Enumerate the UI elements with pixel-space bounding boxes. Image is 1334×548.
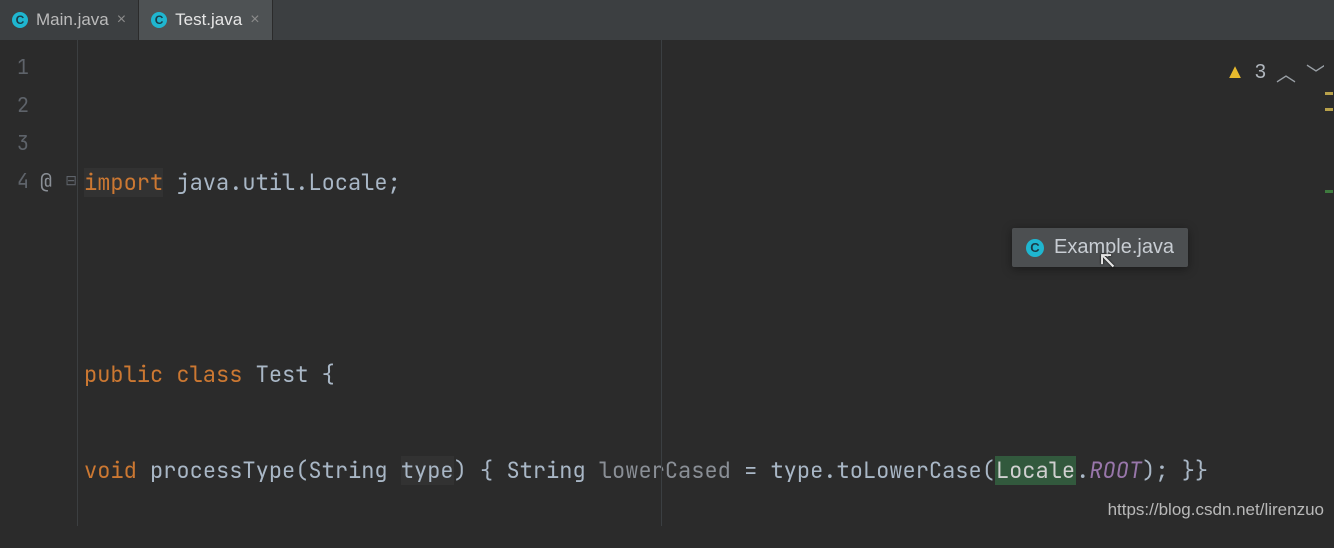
java-class-icon: C [1026,239,1044,257]
gutter: 1 2 3 4@⊟ [0,40,78,526]
code-view[interactable]: import java.util.Locale; public class Te… [78,40,1334,526]
watermark: https://blog.csdn.net/lirenzuo [1108,500,1324,520]
line-number[interactable]: 3 [0,124,77,162]
java-class-icon: C [151,12,167,28]
line-number[interactable]: 1 [0,48,77,86]
tab-main-java[interactable]: C Main.java × [0,0,139,40]
chevron-down-icon[interactable]: ﹀ [1306,58,1326,87]
line-number[interactable]: 2 [0,86,77,124]
tab-bar: C Main.java × C Test.java × [0,0,1334,40]
warning-count: 3 [1255,61,1266,84]
tab-test-java[interactable]: C Test.java × [139,0,272,40]
annotation-icon: @ [35,162,57,200]
close-icon[interactable]: × [250,11,259,29]
java-class-icon: C [12,12,28,28]
code-line: public class Test { [84,356,1334,394]
stripe-mark-ok[interactable] [1325,190,1333,193]
drag-file-label: Example.java [1054,236,1174,259]
code-line: void processType(String type) { String l… [84,452,1334,490]
file-drag-tooltip: C Example.java [1012,228,1188,267]
warning-icon: ▲ [1225,61,1245,84]
close-icon[interactable]: × [117,11,126,29]
stripe-mark-warning[interactable] [1325,108,1333,111]
inspections-widget[interactable]: ▲ 3 ︿ ﹀ [1225,58,1326,87]
code-line: import java.util.Locale; [84,164,1334,202]
chevron-up-icon[interactable]: ︿ [1276,58,1296,87]
right-margin-guide [661,40,662,526]
line-number[interactable]: 4@⊟ [0,162,77,200]
tab-label: Test.java [175,10,242,30]
error-stripe[interactable] [1324,40,1334,526]
tab-label: Main.java [36,10,109,30]
fold-icon: ⊟ [63,162,77,200]
stripe-mark-warning[interactable] [1325,92,1333,95]
editor-area: 1 2 3 4@⊟ import java.util.Locale; publi… [0,40,1334,526]
